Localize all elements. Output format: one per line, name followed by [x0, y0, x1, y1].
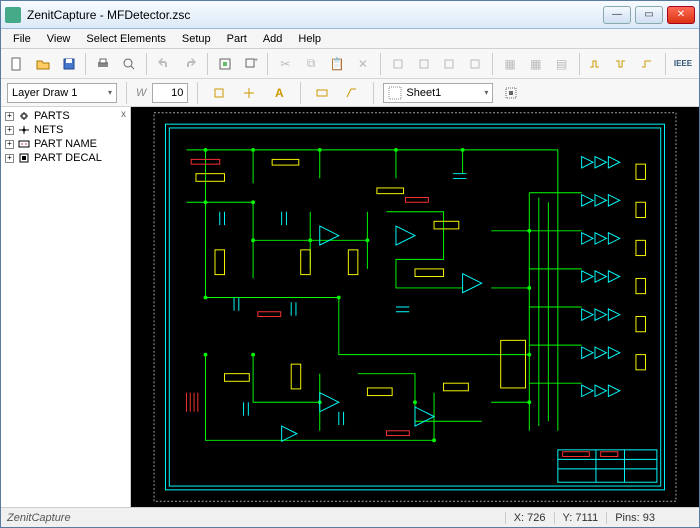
tree-item-part-name[interactable]: + PART NAME [3, 137, 128, 151]
toolbar-main: + ✂ ⧉ 📋 ✕ ▦ ▦ ▤ IEEE [1, 49, 699, 79]
menu-file[interactable]: File [5, 31, 39, 47]
titlebar: ZenitCapture - MFDetector.zsc — ▭ ✕ [1, 1, 699, 29]
tool-c-icon[interactable] [437, 52, 461, 76]
partname-icon [18, 138, 30, 150]
separator [373, 82, 374, 104]
window-controls: — ▭ ✕ [603, 6, 695, 24]
tree-label: NETS [34, 124, 63, 136]
separator [207, 53, 208, 75]
tool-d-icon[interactable] [463, 52, 487, 76]
layer-combo[interactable]: Layer Draw 1 ▾ [7, 83, 117, 103]
separator [197, 82, 198, 104]
menu-setup[interactable]: Setup [174, 31, 219, 47]
partdecal-icon [18, 152, 30, 164]
menu-view[interactable]: View [39, 31, 79, 47]
layer-icon[interactable]: ▤ [550, 52, 574, 76]
sheet-combo[interactable]: Sheet1 ▾ [383, 83, 493, 103]
tree-panel: x + PARTS + NETS + PART NAME + PART DECA… [1, 107, 131, 507]
separator [267, 53, 268, 75]
select-box-icon[interactable] [207, 81, 231, 105]
separator [300, 82, 301, 104]
tree-close-icon[interactable]: x [121, 109, 126, 120]
ieee-icon[interactable]: IEEE [671, 52, 695, 76]
pulse-a-icon[interactable] [585, 52, 609, 76]
select-net-icon[interactable] [237, 81, 261, 105]
sheet-tool-icon[interactable] [499, 81, 523, 105]
menu-help[interactable]: Help [290, 31, 329, 47]
pulse-b-icon[interactable] [610, 52, 634, 76]
pulse-c-icon[interactable] [636, 52, 660, 76]
schematic-svg [131, 107, 699, 507]
layer-value: Layer Draw 1 [12, 87, 77, 99]
statusbar: ZenitCapture X: 726 Y: 7111 Pins: 93 [1, 507, 699, 527]
expand-icon[interactable]: + [5, 140, 14, 149]
tree-item-nets[interactable]: + NETS [3, 123, 128, 137]
chevron-down-icon: ▾ [484, 88, 488, 97]
zoom-plus-icon[interactable]: + [239, 52, 263, 76]
status-app: ZenitCapture [7, 512, 71, 524]
undo-icon[interactable] [152, 52, 176, 76]
menubar: File View Select Elements Setup Part Add… [1, 29, 699, 49]
main-area: x + PARTS + NETS + PART NAME + PART DECA… [1, 107, 699, 507]
menu-add[interactable]: Add [255, 31, 291, 47]
redo-icon[interactable] [178, 52, 202, 76]
expand-icon[interactable]: + [5, 154, 14, 163]
separator [126, 82, 127, 104]
tool-a-icon[interactable] [386, 52, 410, 76]
schematic-canvas[interactable] [131, 107, 699, 507]
copy-icon[interactable]: ⧉ [299, 52, 323, 76]
text-icon[interactable]: A [267, 81, 291, 105]
chevron-down-icon: ▾ [108, 88, 112, 97]
separator [665, 53, 666, 75]
status-y: Y: 7111 [554, 512, 607, 524]
save-icon[interactable] [57, 52, 81, 76]
minimize-button[interactable]: — [603, 6, 631, 24]
svg-text:+: + [254, 57, 258, 64]
nets-icon [18, 124, 30, 136]
grid-icon[interactable]: ▦ [498, 52, 522, 76]
separator [492, 53, 493, 75]
menu-select-elements[interactable]: Select Elements [78, 31, 173, 47]
delete-icon[interactable]: ✕ [351, 52, 375, 76]
tool-b-icon[interactable] [412, 52, 436, 76]
toolbar-layer: Layer Draw 1 ▾ W A Sheet1 ▾ [1, 79, 699, 107]
window-title: ZenitCapture - MFDetector.zsc [27, 8, 603, 22]
new-icon[interactable] [5, 52, 29, 76]
status-pins: Pins: 93 [606, 512, 663, 524]
tree-label: PART NAME [34, 138, 97, 150]
tree-item-parts[interactable]: + PARTS [3, 109, 128, 123]
separator [85, 53, 86, 75]
print-icon[interactable] [91, 52, 115, 76]
sheet-value: Sheet1 [406, 87, 441, 99]
close-button[interactable]: ✕ [667, 6, 695, 24]
width-input[interactable] [152, 83, 188, 103]
line-tool-icon[interactable] [340, 81, 364, 105]
maximize-button[interactable]: ▭ [635, 6, 663, 24]
preview-icon[interactable] [117, 52, 141, 76]
width-label: W [136, 87, 146, 99]
parts-icon [18, 110, 30, 122]
expand-icon[interactable]: + [5, 126, 14, 135]
separator [579, 53, 580, 75]
paste-icon[interactable]: 📋 [325, 52, 349, 76]
open-icon[interactable] [31, 52, 55, 76]
snap-icon[interactable]: ▦ [524, 52, 548, 76]
tree-item-part-decal[interactable]: + PART DECAL [3, 151, 128, 165]
sheet-icon [388, 86, 402, 100]
app-icon [5, 7, 21, 23]
cut-icon[interactable]: ✂ [273, 52, 297, 76]
separator [146, 53, 147, 75]
zoom-to-fit-icon[interactable] [213, 52, 237, 76]
separator [380, 53, 381, 75]
status-x: X: 726 [505, 512, 554, 524]
expand-icon[interactable]: + [5, 112, 14, 121]
rect-tool-icon[interactable] [310, 81, 334, 105]
tree-label: PARTS [34, 110, 70, 122]
menu-part[interactable]: Part [219, 31, 255, 47]
tree-label: PART DECAL [34, 152, 102, 164]
